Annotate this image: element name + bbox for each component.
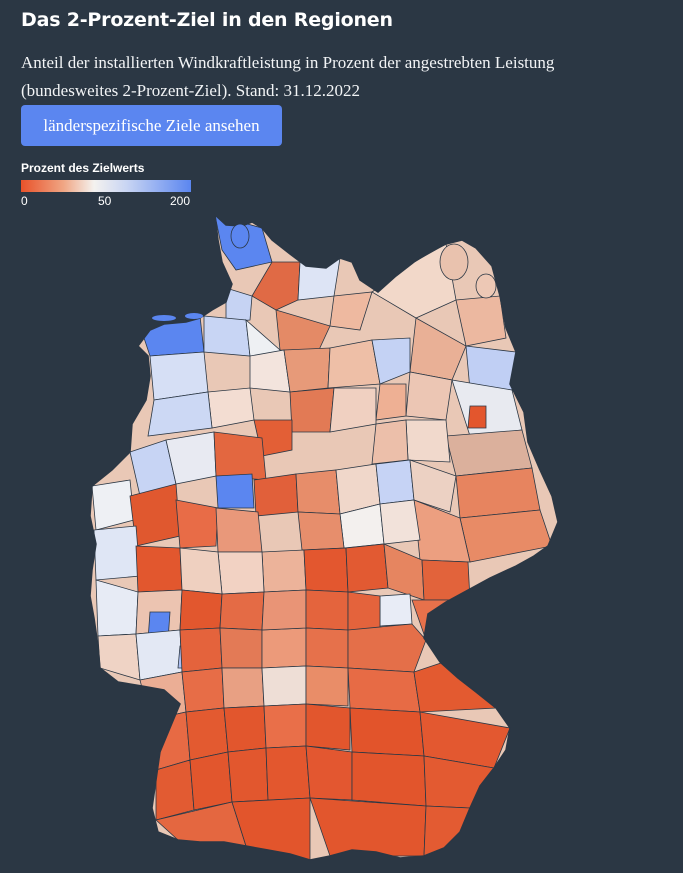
page-subtitle: Anteil der installierten Windkraftleistu… [21, 53, 555, 100]
country-targets-button[interactable]: länderspezifische Ziele ansehen [21, 105, 282, 146]
germany-district-map[interactable] [0, 205, 683, 873]
page-title: Das 2-Prozent-Ziel in den Regionen [21, 9, 393, 31]
legend-color-bar [21, 180, 191, 192]
districts-layer [90, 215, 558, 860]
legend-title: Prozent des Zielwerts [21, 161, 145, 175]
